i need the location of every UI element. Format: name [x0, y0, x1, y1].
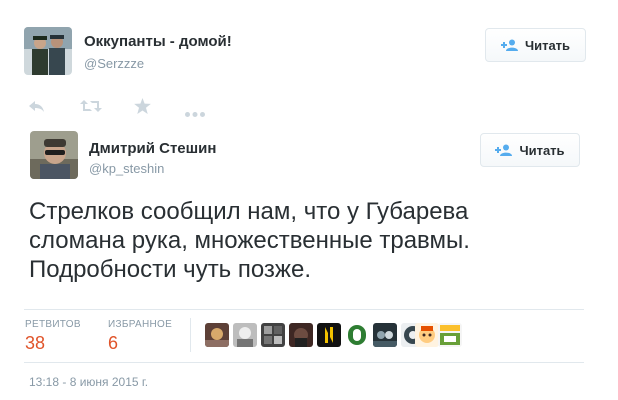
retweeter-avatar[interactable] [373, 323, 397, 347]
retweets-count: 38 [25, 333, 46, 353]
follow-button-label: Читать [519, 142, 565, 158]
avatar-kp-steshin[interactable] [30, 131, 78, 179]
retweets-stat[interactable]: РЕТВИТОВ 38 [25, 319, 81, 354]
divider [24, 362, 584, 363]
author-handle-kp-steshin[interactable]: @kp_steshin [89, 161, 164, 176]
follow-button-serzzze[interactable]: Читать [485, 28, 586, 62]
favorite-icon[interactable] [134, 98, 151, 119]
follow-person-icon [495, 144, 513, 156]
retweeter-avatar[interactable] [233, 323, 257, 347]
author-name-kp-steshin[interactable]: Дмитрий Стешин [89, 140, 216, 157]
follow-person-icon [500, 39, 519, 51]
divider [24, 309, 584, 310]
retweeter-avatar[interactable] [438, 323, 462, 347]
retweets-label: РЕТВИТОВ [25, 319, 81, 330]
tweet-text-line: сломана рука, множественные травмы. [29, 227, 470, 254]
more-icon[interactable] [185, 104, 205, 122]
follow-button-kp-steshin[interactable]: Читать [480, 133, 580, 167]
retweet-icon[interactable] [80, 98, 102, 119]
reply-icon[interactable] [28, 98, 46, 119]
tweet-text: Стрелков сообщил нам, что у Губарева сло… [29, 197, 589, 284]
favorites-label: ИЗБРАННОЕ [108, 319, 173, 330]
retweeter-avatar[interactable] [289, 323, 313, 347]
author-handle-serzzze[interactable]: @Serzzze [84, 56, 144, 71]
stats-divider [190, 318, 191, 352]
tweet-text-line: Стрелков сообщил нам, что у Губарева [29, 198, 469, 225]
favorites-stat[interactable]: ИЗБРАННОЕ 6 [108, 319, 172, 354]
tweet-timestamp[interactable]: 13:18 - 8 июня 2015 г. [29, 375, 148, 389]
tweet-text-line: Подробности чуть позже. [29, 256, 311, 283]
favorites-count: 6 [108, 333, 119, 353]
retweeter-avatar[interactable] [317, 323, 341, 347]
retweeter-avatar[interactable] [205, 323, 229, 347]
avatar-serzzze[interactable] [24, 27, 72, 75]
author-name-serzzze[interactable]: Оккупанты - домой! [84, 33, 232, 50]
retweeter-avatar[interactable] [345, 323, 369, 347]
follow-button-label: Читать [524, 37, 571, 53]
retweeter-avatar[interactable] [261, 323, 285, 347]
retweeter-avatar[interactable] [415, 323, 439, 347]
